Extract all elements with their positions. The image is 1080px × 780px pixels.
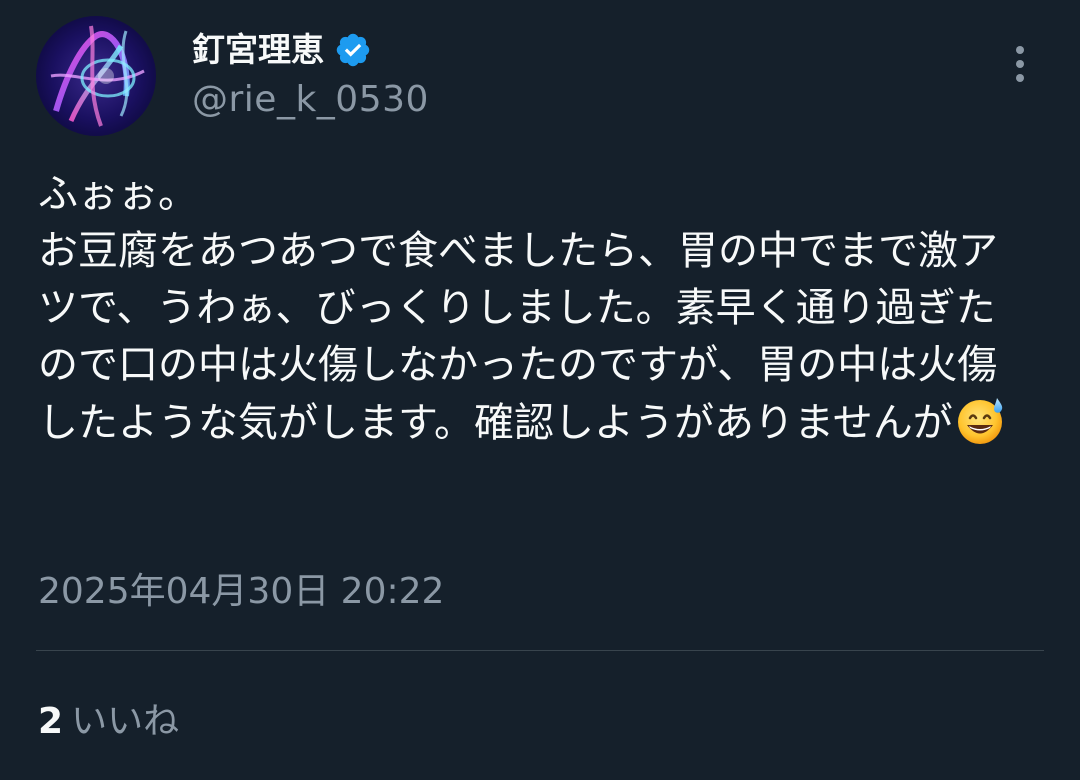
author-handle[interactable]: @rie_k_0530 (192, 74, 429, 126)
more-dot (1016, 46, 1024, 54)
divider (36, 650, 1044, 651)
author-display-name[interactable]: 釘宮理恵 (192, 26, 324, 74)
avatar-image (36, 16, 156, 136)
tweet-detail-view: 釘宮理恵 @rie_k_0530 ふぉぉ。 お豆腐をあつあつで食べましたら、胃の… (0, 0, 1080, 780)
grinning-face-with-sweat-icon (955, 394, 1007, 446)
avatar[interactable] (36, 16, 156, 136)
tweet-text: ふぉぉ。 お豆腐をあつあつで食べましたら、胃の中でまで激アツで、うわぁ、びっくり… (38, 166, 1028, 452)
author-name-row: 釘宮理恵 (192, 26, 372, 74)
more-dot (1016, 74, 1024, 82)
likes-count: 2 (38, 701, 64, 742)
verified-badge-icon (334, 31, 372, 69)
likes-link[interactable]: 2 いいね (38, 694, 179, 750)
likes-label: いいね (71, 701, 180, 742)
tweet-body: ふぉぉ。 お豆腐をあつあつで食べましたら、胃の中でまで激アツで、うわぁ、びっくり… (38, 171, 998, 446)
more-options-icon[interactable] (1000, 40, 1040, 88)
more-dot (1016, 60, 1024, 68)
tweet-timestamp[interactable]: 2025年04月30日 20:22 (38, 564, 444, 620)
